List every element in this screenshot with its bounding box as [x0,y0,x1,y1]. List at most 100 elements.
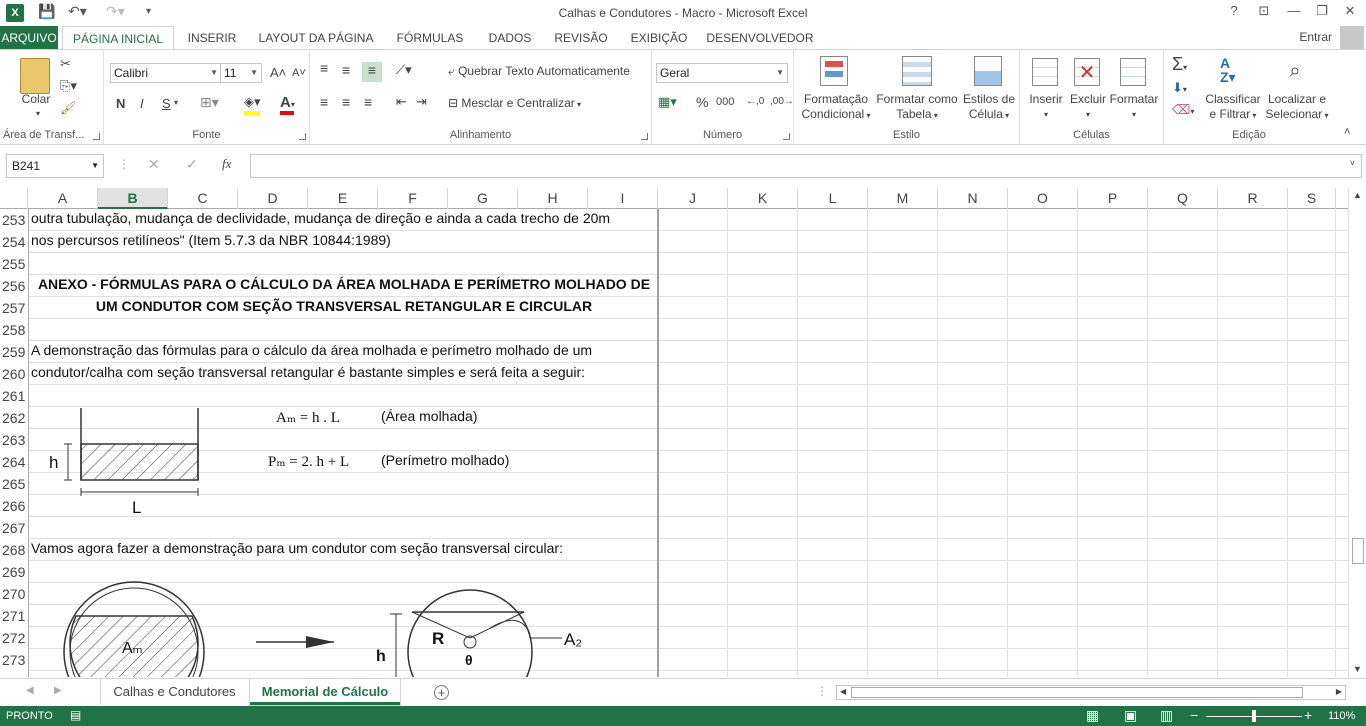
grow-font-icon[interactable]: A˄ [270,65,286,80]
font-name-combo[interactable]: Calibri ▼ [110,63,222,83]
column-header-d[interactable]: D [238,188,308,209]
cut-icon[interactable]: ✂ [60,56,71,72]
cell-text-259[interactable]: A demonstração das fórmulas para o cálcu… [31,342,592,358]
increase-decimal-icon[interactable]: ←,0 [746,96,764,107]
merge-center-button[interactable]: ⊟ Mesclar e Centralizar ▾ [448,96,581,110]
format-as-table-button[interactable]: Formatar como Tabela ▾ [874,92,960,123]
fill-color-icon[interactable]: ◈▾ [244,94,261,110]
row-header-258[interactable]: 258 [0,319,28,341]
row-header-260[interactable]: 260 [0,363,28,385]
row-header-269[interactable]: 269 [0,561,28,583]
collapse-ribbon-icon[interactable]: ˄ [1344,126,1350,138]
paste-button[interactable]: Colar [16,92,56,107]
paste-icon[interactable] [20,58,50,94]
align-left-icon[interactable]: ≡ [320,94,328,110]
thousands-button[interactable]: 000 [716,96,734,108]
name-box[interactable]: B241 ▼ [6,154,104,178]
percent-button[interactable]: % [696,94,708,110]
formula-area-desc[interactable]: (Área molhada) [381,408,478,424]
row-header-262[interactable]: 262 [0,407,28,429]
column-header-i[interactable]: I [588,188,658,209]
font-size-combo[interactable]: 11 ▼ [220,63,262,83]
add-sheet-icon[interactable]: + [434,685,449,700]
minimize-icon[interactable]: — [1282,3,1306,18]
align-center-icon[interactable]: ≡ [342,94,350,110]
fill-icon[interactable]: ⬇▾ [1172,80,1187,96]
underline-button[interactable]: S [162,96,171,111]
row-header-257[interactable]: 257 [0,297,28,319]
top-align-icon[interactable]: ≡ [320,60,328,76]
sort-filter-button[interactable]: Classificar e Filtrar ▾ [1202,92,1264,123]
tab-formulas[interactable]: FÓRMULAS [392,26,468,50]
column-header-b[interactable]: B [98,188,168,209]
scroll-up-icon[interactable]: ▲ [1353,190,1362,200]
align-right-icon[interactable]: ≡ [364,94,372,110]
formula-perimeter-desc[interactable]: (Perímetro molhado) [381,452,509,468]
shrink-font-icon[interactable]: A˅ [292,67,306,79]
format-cells-button[interactable]: Formatar ▾ [1108,92,1160,122]
accounting-icon[interactable]: ▦▾ [658,94,677,110]
cell-text-268[interactable]: Vamos agora fazer a demonstração para um… [31,540,563,556]
row-header-255[interactable]: 255 [0,253,28,275]
underline-dropdown-icon[interactable]: ▾ [174,98,178,107]
cancel-icon[interactable]: ✕ [148,156,160,173]
column-header-s[interactable]: S [1288,188,1336,209]
formula-input[interactable]: ˅ [250,154,1362,178]
ribbon-display-icon[interactable]: ⊡ [1252,3,1276,19]
sheet-tab-memorial[interactable]: Memorial de Cálculo [250,679,400,705]
column-header-j[interactable]: J [658,188,728,209]
middle-align-icon[interactable]: ≡ [342,62,350,78]
bold-button[interactable]: N [116,96,125,111]
page-break-view-icon[interactable]: ▥ [1160,707,1173,724]
clear-icon[interactable]: ⌫▾ [1172,102,1194,118]
column-header-o[interactable]: O [1008,188,1078,209]
help-icon[interactable]: ? [1222,3,1246,18]
number-launcher-icon[interactable] [783,133,790,140]
font-color-icon[interactable]: A▾ [280,94,295,111]
number-format-combo[interactable]: Geral ▼ [656,63,788,83]
select-all-corner[interactable] [0,188,28,209]
horizontal-scrollbar[interactable]: ◀ ▶ [836,685,1346,700]
tab-arquivo[interactable]: ARQUIVO [0,26,58,50]
cell-text-260[interactable]: condutor/calha com seção transversal ret… [31,364,585,380]
row-header-261[interactable]: 261 [0,385,28,407]
cell-text-254[interactable]: nos percursos retilíneos" (Item 5.7.3 da… [31,232,391,248]
prev-sheet-icon[interactable]: ◀ [26,685,34,696]
autosum-icon[interactable]: Σ▾ [1172,54,1187,75]
cell-text-253[interactable]: outra tubulação, mudança de declividade,… [31,210,610,226]
row-header-268[interactable]: 268 [0,539,28,561]
row-header-264[interactable]: 264 [0,451,28,473]
zoom-out-icon[interactable]: − [1190,707,1198,723]
decrease-decimal-icon[interactable]: ,00→ [770,96,794,107]
italic-button[interactable]: I [140,96,144,111]
column-header-k[interactable]: K [728,188,798,209]
macro-record-icon[interactable]: ▤ [70,708,81,722]
column-header-m[interactable]: M [868,188,938,209]
worksheet-grid[interactable]: ABCDEFGHIJKLMNOPQRS 253 254 255 256 257 258 25… [0,188,1348,677]
row-header-265[interactable]: 265 [0,473,28,495]
tab-exibicao[interactable]: EXIBIÇÃO [626,26,692,50]
row-header-267[interactable]: 267 [0,517,28,539]
bottom-align-icon[interactable]: ≡ [362,62,382,82]
row-header-254[interactable]: 254 [0,231,28,253]
row-header-270[interactable]: 270 [0,583,28,605]
next-sheet-icon[interactable]: ▶ [54,685,62,696]
normal-view-icon[interactable]: ▦ [1086,707,1099,724]
copy-icon[interactable]: ⎘▾ [60,78,77,94]
column-header-a[interactable]: A [28,188,98,209]
zoom-in-icon[interactable]: + [1304,707,1312,723]
row-header-259[interactable]: 259 [0,341,28,363]
column-header-c[interactable]: C [168,188,238,209]
column-header-h[interactable]: H [518,188,588,209]
annex-title-line1[interactable]: ANEXO - FÓRMULAS PARA O CÁLCULO DA ÁREA … [30,276,658,292]
tab-split-icon[interactable]: ⋮ [816,684,828,698]
paste-dropdown-icon[interactable]: ▾ [28,106,48,121]
user-avatar-icon[interactable] [1340,26,1364,50]
format-painter-icon[interactable]: 🖌 [60,100,77,116]
column-header-r[interactable]: R [1218,188,1288,209]
cell-styles-button[interactable]: Estilos de Célula ▾ [960,92,1018,123]
alignment-launcher-icon[interactable] [641,133,648,140]
sheet-tab-calhas[interactable]: Calhas e Condutores [100,679,248,705]
clipboard-launcher-icon[interactable] [93,133,100,140]
tab-desenvolvedor[interactable]: DESENVOLVEDOR [706,26,814,50]
